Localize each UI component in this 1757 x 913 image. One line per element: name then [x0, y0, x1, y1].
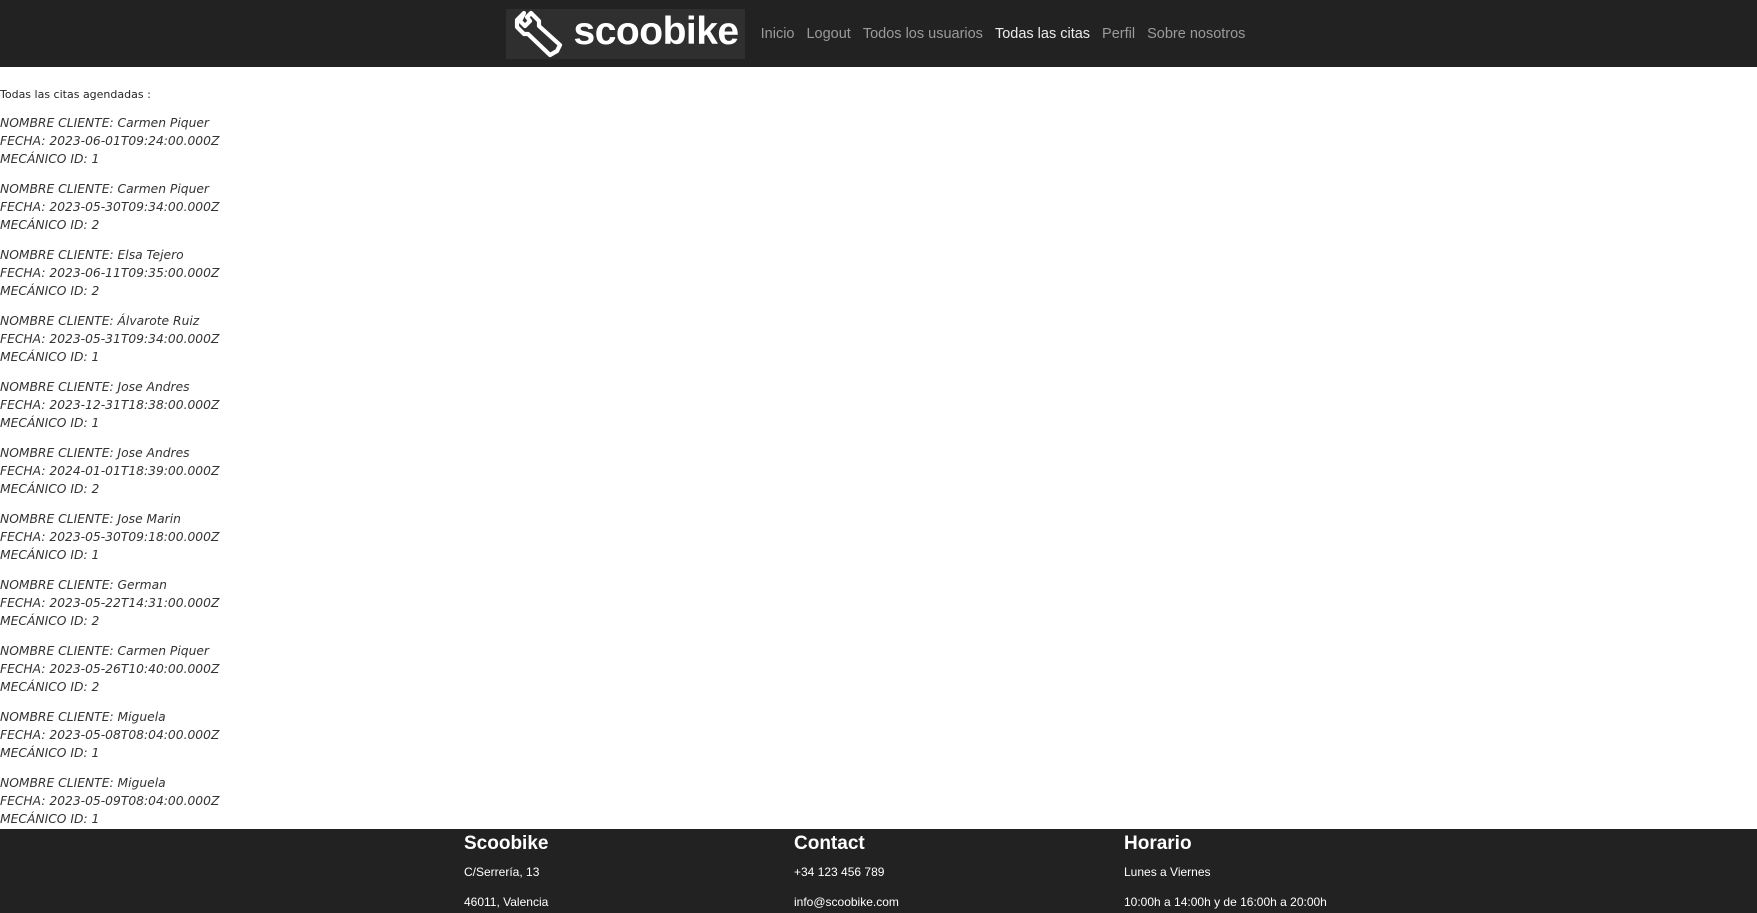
- footer-phone[interactable]: +34 123 456 789: [794, 865, 884, 879]
- page-heading: Todas las citas agendadas :: [0, 88, 151, 101]
- appointment-client: NOMBRE CLIENTE: Miguela: [0, 776, 166, 790]
- appointment-mechanic: MECÁNICO ID: 1: [0, 812, 100, 826]
- appointment-date: FECHA: 2023-05-09T08:04:00.000Z: [0, 794, 220, 808]
- footer-title: Contact: [794, 833, 865, 854]
- footer-title: Horario: [1124, 833, 1192, 854]
- appointment-date: FECHA: 2023-05-08T08:04:00.000Z: [0, 728, 220, 742]
- appointment-client: NOMBRE CLIENTE: Carmen Piquer: [0, 182, 209, 196]
- appointment-date: FECHA: 2023-05-26T10:40:00.000Z: [0, 662, 220, 676]
- footer-title: Scoobike: [464, 833, 549, 854]
- wrench-icon: [510, 9, 564, 59]
- appointment-client: NOMBRE CLIENTE: Carmen Piquer: [0, 644, 209, 658]
- brand-logo[interactable]: scoobike: [505, 8, 745, 59]
- nav-link-logout[interactable]: Logout: [806, 26, 850, 42]
- footer-schedule-days: Lunes a Viernes: [1124, 865, 1211, 879]
- appointment-mechanic: MECÁNICO ID: 2: [0, 614, 100, 628]
- appointment-date: FECHA: 2024-01-01T18:39:00.000Z: [0, 464, 220, 478]
- appointment-client: NOMBRE CLIENTE: Elsa Tejero: [0, 248, 184, 262]
- appointment-date: FECHA: 2023-06-01T09:24:00.000Z: [0, 134, 220, 148]
- nav-link-todos-los-usuarios[interactable]: Todos los usuarios: [863, 26, 983, 42]
- appointment-mechanic: MECÁNICO ID: 1: [0, 548, 100, 562]
- brand-name: scoobike: [573, 9, 740, 53]
- appointment-item: NOMBRE CLIENTE: Álvarote Ruiz FECHA: 202…: [0, 312, 219, 366]
- appointment-item: NOMBRE CLIENTE: Miguela FECHA: 2023-05-0…: [0, 708, 219, 762]
- appointment-client: NOMBRE CLIENTE: German: [0, 578, 167, 592]
- footer-schedule-hours: 10:00h a 14:00h y de 16:00h a 20:00h: [1124, 895, 1327, 909]
- appointment-item: NOMBRE CLIENTE: Jose Marin FECHA: 2023-0…: [0, 510, 219, 564]
- appointment-client: NOMBRE CLIENTE: Carmen Piquer: [0, 116, 209, 130]
- appointment-date: FECHA: 2023-05-31T09:34:00.000Z: [0, 332, 220, 346]
- appointment-client: NOMBRE CLIENTE: Álvarote Ruiz: [0, 314, 200, 328]
- appointment-item: NOMBRE CLIENTE: Miguela FECHA: 2023-05-0…: [0, 774, 219, 828]
- appointment-mechanic: MECÁNICO ID: 2: [0, 218, 100, 232]
- appointment-item: NOMBRE CLIENTE: Elsa Tejero FECHA: 2023-…: [0, 246, 219, 300]
- appointment-date: FECHA: 2023-12-31T18:38:00.000Z: [0, 398, 220, 412]
- appointment-mechanic: MECÁNICO ID: 2: [0, 284, 100, 298]
- appointment-client: NOMBRE CLIENTE: Jose Marin: [0, 512, 181, 526]
- appointment-mechanic: MECÁNICO ID: 2: [0, 482, 100, 496]
- appointment-date: FECHA: 2023-05-30T09:34:00.000Z: [0, 200, 220, 214]
- appointment-mechanic: MECÁNICO ID: 1: [0, 350, 100, 364]
- appointment-mechanic: MECÁNICO ID: 2: [0, 680, 100, 694]
- appointment-mechanic: MECÁNICO ID: 1: [0, 746, 100, 760]
- appointment-client: NOMBRE CLIENTE: Jose Andres: [0, 446, 190, 460]
- nav-link-sobre-nosotros[interactable]: Sobre nosotros: [1147, 26, 1245, 42]
- appointment-item: NOMBRE CLIENTE: Carmen Piquer FECHA: 202…: [0, 180, 219, 234]
- main-content: Todas las citas agendadas : NOMBRE CLIEN…: [0, 67, 1757, 829]
- appointment-mechanic: MECÁNICO ID: 1: [0, 416, 100, 430]
- appointment-client: NOMBRE CLIENTE: Jose Andres: [0, 380, 190, 394]
- appointment-date: FECHA: 2023-05-30T09:18:00.000Z: [0, 530, 220, 544]
- nav-link-inicio[interactable]: Inicio: [761, 26, 795, 42]
- appointment-mechanic: MECÁNICO ID: 1: [0, 152, 100, 166]
- appointment-list: NOMBRE CLIENTE: Carmen Piquer FECHA: 202…: [0, 114, 219, 840]
- appointment-item: NOMBRE CLIENTE: Carmen Piquer FECHA: 202…: [0, 642, 219, 696]
- appointment-client: NOMBRE CLIENTE: Miguela: [0, 710, 166, 724]
- nav-link-perfil[interactable]: Perfil: [1102, 26, 1135, 42]
- footer-email[interactable]: info@scoobike.com: [794, 895, 899, 909]
- appointment-item: NOMBRE CLIENTE: Carmen Piquer FECHA: 202…: [0, 114, 219, 168]
- appointment-item: NOMBRE CLIENTE: Jose Andres FECHA: 2024-…: [0, 444, 219, 498]
- nav-links: Inicio Logout Todos los usuarios Todas l…: [755, 26, 1252, 42]
- appointment-date: FECHA: 2023-05-22T14:31:00.000Z: [0, 596, 220, 610]
- nav-link-todas-las-citas[interactable]: Todas las citas: [995, 26, 1090, 42]
- footer: Scoobike C/Serrería, 13 46011, Valencia …: [0, 829, 1757, 913]
- appointment-date: FECHA: 2023-06-11T09:35:00.000Z: [0, 266, 220, 280]
- footer-address-city: 46011, Valencia: [464, 895, 549, 909]
- navbar: scoobike Inicio Logout Todos los usuario…: [0, 0, 1757, 67]
- appointment-item: NOMBRE CLIENTE: Jose Andres FECHA: 2023-…: [0, 378, 219, 432]
- appointment-item: NOMBRE CLIENTE: German FECHA: 2023-05-22…: [0, 576, 219, 630]
- footer-address-street: C/Serrería, 13: [464, 865, 540, 879]
